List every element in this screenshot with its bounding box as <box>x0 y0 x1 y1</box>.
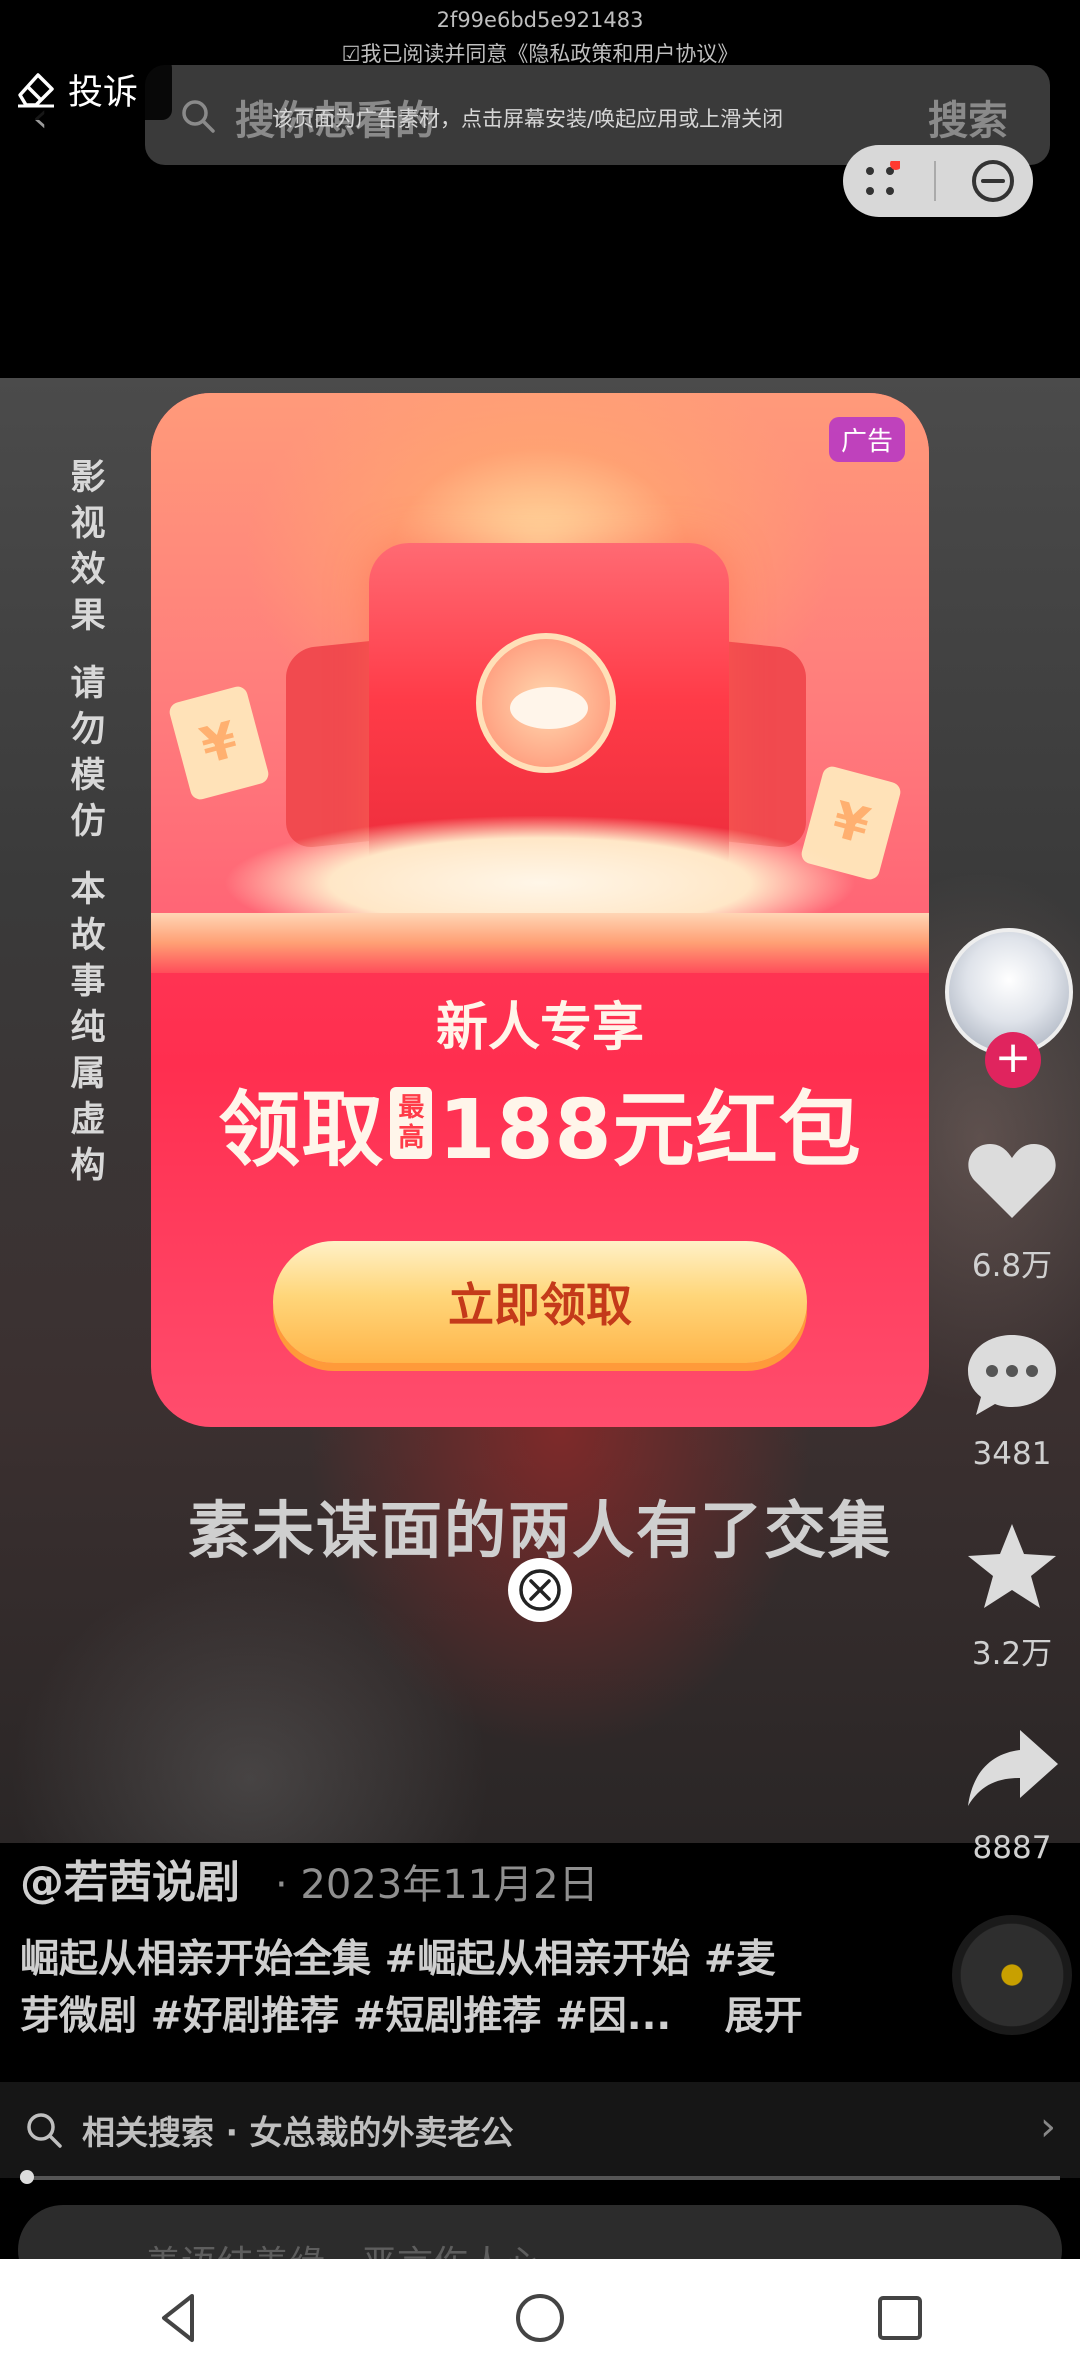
progress-handle[interactable] <box>20 2170 34 2184</box>
share-icon[interactable] <box>962 1718 1062 1818</box>
minimize-icon[interactable] <box>970 158 1016 204</box>
video-description-line2: 芽微剧 #好剧推荐 #短剧推荐 #因... 展开 <box>20 1985 803 2041</box>
complain-button[interactable]: 投诉 <box>0 58 172 120</box>
search-icon <box>27 2113 62 2148</box>
capsule-divider <box>934 161 936 201</box>
claim-button[interactable]: 立即领取 <box>273 1241 807 1363</box>
close-icon <box>519 1569 561 1611</box>
ad-band <box>151 913 929 973</box>
expand-link[interactable]: 展开 <box>725 1994 803 2039</box>
ad-popup[interactable]: ¥ ¥ 广告 新人专享 领取 最高 188元红包 立即领取 <box>151 393 929 1427</box>
author-name[interactable]: @若茜说剧 <box>20 1846 240 1910</box>
headline-amount: 188元红包 <box>438 1083 862 1178</box>
back-icon[interactable] <box>150 2288 210 2348</box>
disclaimer-line: 本故事纯属虚构 <box>70 870 106 1186</box>
video-subtitle: 素未谋面的两人有了交集 <box>187 1494 892 1567</box>
disclaimer-line: 影视效果 <box>70 458 106 636</box>
video-progress-bar[interactable] <box>20 2176 1060 2180</box>
comment-count: 3481 <box>972 1436 1052 1472</box>
more-dots-icon[interactable] <box>860 161 900 201</box>
ad-notice: 该页面为广告素材，点击屏幕安装/唤起应用或上滑关闭 <box>272 107 784 131</box>
search-button[interactable]: 搜索 <box>928 88 1008 146</box>
comment-icon[interactable] <box>962 1325 1062 1425</box>
disclaimer-line: 请勿模仿 <box>70 664 106 842</box>
post-date: · 2023年11月2日 <box>275 1862 599 1908</box>
system-nav-bar <box>0 2259 1080 2376</box>
video-description: 崛起从相亲开始全集 #崛起从相亲开始 #麦 <box>20 1937 776 1982</box>
max-tag: 最高 <box>390 1086 433 1159</box>
envelope-seal-icon <box>476 633 616 773</box>
headline-prefix: 领取 <box>218 1083 385 1178</box>
fish-logo-icon <box>510 687 588 729</box>
search-icon <box>182 100 215 133</box>
eraser-icon <box>18 73 54 108</box>
complain-label: 投诉 <box>68 72 139 113</box>
like-count: 6.8万 <box>971 1248 1053 1284</box>
home-icon[interactable] <box>510 2288 570 2348</box>
ad-headline: 领取 最高 188元红包 <box>151 1063 929 1182</box>
close-ad-button[interactable] <box>508 1558 572 1622</box>
ad-label-badge: 广告 <box>828 417 905 462</box>
recents-icon[interactable] <box>870 2288 930 2348</box>
ad-subtitle: 新人专享 <box>435 998 644 1058</box>
star-icon[interactable] <box>962 1518 1062 1618</box>
video-disclaimer: 影视效果 请勿模仿 本故事纯属虚构 <box>60 455 116 1211</box>
favorite-count: 3.2万 <box>971 1636 1053 1672</box>
related-search-text: 相关搜索 · 女总裁的外卖老公 <box>82 2113 514 2152</box>
related-search-bar[interactable]: 相关搜索 · 女总裁的外卖老公 › <box>0 2082 1080 2178</box>
share-count: 8887 <box>972 1830 1052 1866</box>
chevron-right-icon: › <box>1040 2104 1056 2150</box>
ad-id: 2f99e6bd5e921483 <box>436 8 644 32</box>
music-disc[interactable] <box>952 1915 1072 2035</box>
heart-icon[interactable] <box>962 1130 1062 1230</box>
description-text: 芽微剧 #好剧推荐 #短剧推荐 #因... <box>20 1994 672 2039</box>
follow-button[interactable]: + <box>985 1032 1041 1088</box>
mini-program-capsule[interactable] <box>843 145 1033 217</box>
